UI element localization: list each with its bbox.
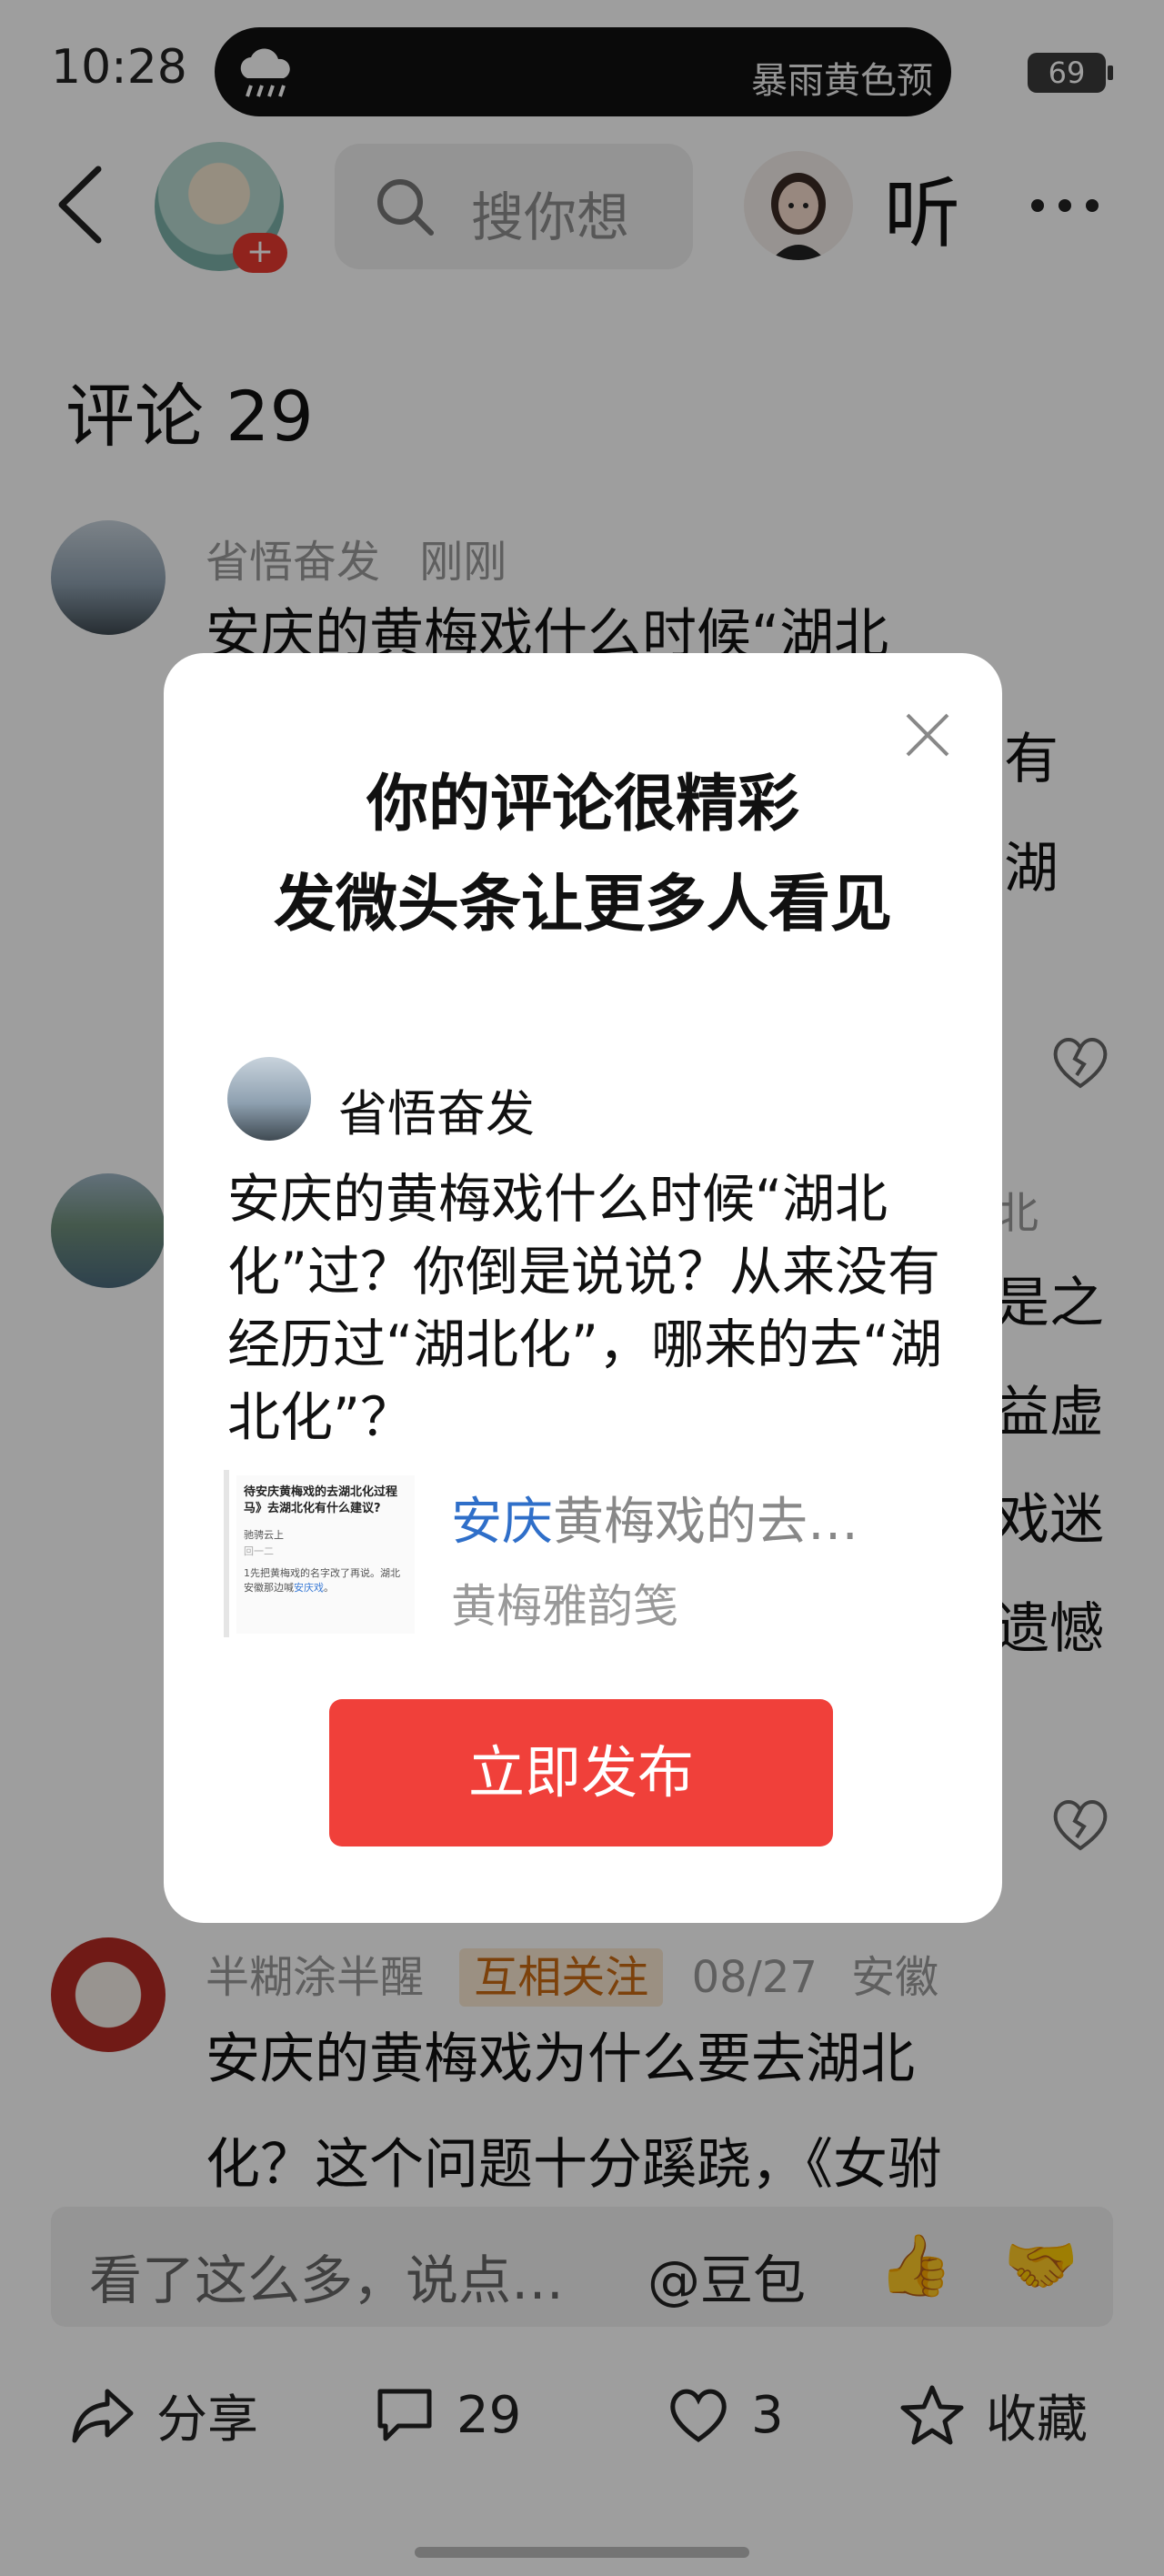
article-source: 黄梅雅韵笺: [451, 1580, 678, 1633]
thumb-text: 1先把黄梅戏的名字改了再说。湖北: [244, 1567, 400, 1579]
thumb-author: 驰骋云上: [244, 1529, 284, 1541]
author-avatar-small: [227, 1057, 311, 1141]
comment-preview: 安庆的黄梅戏什么时候“湖北化”过？你倒是说说？从来没有经历过“湖北化”，哪来的去…: [227, 1168, 943, 1448]
article-title: 安庆黄梅戏的去…: [451, 1481, 957, 1555]
headline-line-2: 发微头条让更多人看见: [273, 869, 892, 941]
author-name: 省悟奋发: [338, 1085, 535, 1142]
article-thumbnail: 待安庆黄梅戏的去湖北化过程马》去湖北化有什么建议? 驰骋云上 回一二 1先把黄梅…: [236, 1475, 415, 1634]
linked-article-card[interactable]: 待安庆黄梅戏的去湖北化过程马》去湖北化有什么建议? 驰骋云上 回一二 1先把黄梅…: [224, 1470, 957, 1637]
dialog-headline: 你的评论很精彩 发微头条让更多人看见: [164, 755, 1002, 955]
thumb-meta: 回一二: [244, 1545, 274, 1557]
publish-now-button[interactable]: 立即发布: [329, 1699, 833, 1846]
headline-line-1: 你的评论很精彩: [366, 769, 799, 840]
thumb-title: 待安庆黄梅戏的去湖北化过程马》去湖北化有什么建议?: [244, 1485, 398, 1515]
thumb-text-2: 安徽那边喊安庆戏。: [244, 1582, 334, 1594]
article-title-rest: 黄梅戏的去…: [553, 1493, 858, 1552]
article-title-highlight: 安庆: [451, 1493, 553, 1552]
card-accent-bar: [224, 1470, 229, 1637]
close-icon[interactable]: [900, 708, 955, 762]
publish-prompt-dialog: 你的评论很精彩 发微头条让更多人看见 省悟奋发 安庆的黄梅戏什么时候“湖北化”过…: [164, 653, 1002, 1923]
